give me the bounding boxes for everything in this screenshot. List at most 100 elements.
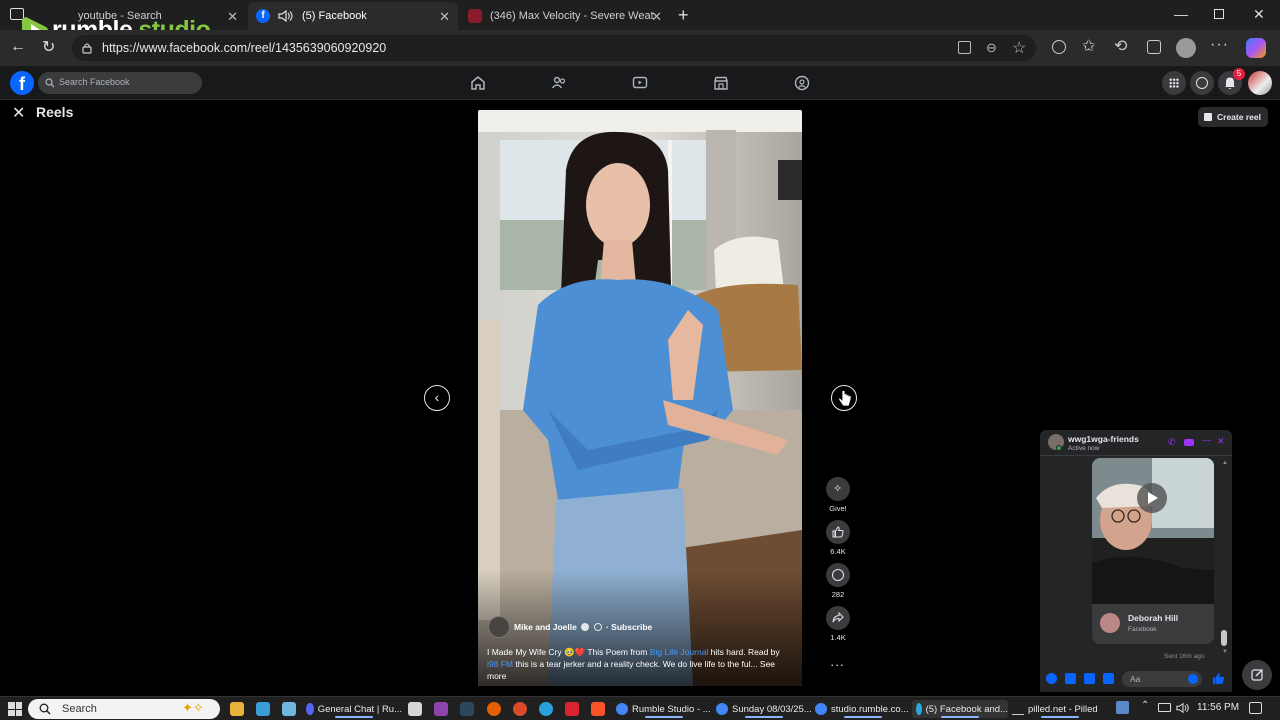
facebook-search-input[interactable]: Search Facebook <box>38 72 202 94</box>
messenger-icon[interactable] <box>1190 71 1214 95</box>
telegram-icon[interactable] <box>539 702 553 716</box>
close-chat-icon[interactable]: ✕ <box>1217 436 1225 447</box>
tab-max-velocity[interactable]: (346) Max Velocity - Severe Weat ✕ <box>460 2 670 30</box>
favorite-star-icon[interactable]: ☆ <box>1012 38 1026 58</box>
close-window-icon[interactable]: ✕ <box>1253 6 1265 23</box>
chat-scrollbar-thumb[interactable] <box>1221 630 1227 646</box>
volume-icon[interactable] <box>1176 702 1190 714</box>
sticker-icon[interactable] <box>1084 673 1095 684</box>
taskbar-item-studio-rumble[interactable]: studio.rumble.co... <box>815 700 911 718</box>
close-tab-icon[interactable]: ✕ <box>439 9 450 25</box>
phone-call-icon[interactable]: ✆ <box>1168 437 1176 448</box>
file-explorer-icon[interactable] <box>230 702 244 716</box>
restore-icon[interactable] <box>1214 9 1224 19</box>
refresh-icon[interactable]: ↻ <box>42 37 55 57</box>
brave-icon[interactable] <box>591 702 605 716</box>
previous-reel-button[interactable]: ‹ <box>424 385 450 411</box>
app-icon[interactable] <box>513 702 527 716</box>
reel-camera-icon <box>1204 113 1212 121</box>
gift-icon: ✧ <box>833 483 843 495</box>
tab-facebook[interactable]: f (5) Facebook ✕ <box>248 2 458 30</box>
shared-video-card[interactable]: Deborah Hill Facebook <box>1092 604 1214 644</box>
messenger-chat-window: wwg1wga-friends Active now ✆ — ✕ Deborah… <box>1040 430 1232 692</box>
subscribe-link[interactable]: · Subscribe <box>606 622 652 632</box>
chat-header[interactable]: wwg1wga-friends Active now ✆ — ✕ <box>1040 430 1232 456</box>
video-call-icon[interactable] <box>1184 439 1194 446</box>
author-name[interactable]: Mike and Joelle <box>514 622 577 632</box>
search-icon <box>39 703 51 715</box>
tray-chevron-up-icon[interactable]: ⌃ <box>1141 700 1149 711</box>
minimize-icon[interactable]: — <box>1174 6 1188 22</box>
friends-icon[interactable] <box>551 75 567 91</box>
taskbar-item-facebook[interactable]: (5) Facebook and... <box>912 700 1008 718</box>
lock-icon[interactable] <box>82 42 92 54</box>
taskbar-search-box[interactable]: Search ✦✧ <box>28 699 220 719</box>
zoom-icon[interactable]: ⊖ <box>986 40 997 56</box>
copilot-icon[interactable] <box>1246 38 1266 58</box>
app-icon[interactable] <box>565 702 579 716</box>
create-reel-button[interactable]: Create reel <box>1198 107 1268 127</box>
steam-icon[interactable] <box>460 702 474 716</box>
more-options-icon[interactable]: ··· <box>830 657 845 672</box>
app-icon[interactable] <box>282 702 296 716</box>
screenshot-icon[interactable] <box>1147 40 1161 54</box>
groups-icon[interactable] <box>794 75 810 91</box>
share-button[interactable] <box>826 606 850 630</box>
app-icon[interactable] <box>256 702 270 716</box>
notification-center-icon[interactable] <box>1249 702 1262 714</box>
message-input[interactable]: Aa <box>1122 671 1202 687</box>
network-icon[interactable] <box>1158 703 1171 712</box>
marketplace-icon[interactable] <box>713 75 729 91</box>
firefox-icon[interactable] <box>487 702 501 716</box>
address-bar[interactable]: https://www.facebook.com/reel/1435639060… <box>72 35 1036 61</box>
new-tab-icon[interactable]: + <box>678 5 689 26</box>
chrome-icon <box>616 703 628 715</box>
facebook-logo-icon[interactable]: f <box>10 71 34 95</box>
comment-button[interactable] <box>826 563 850 587</box>
minimize-chat-icon[interactable]: — <box>1202 435 1211 445</box>
speaker-icon[interactable] <box>278 10 294 22</box>
send-like-icon[interactable] <box>1212 672 1225 685</box>
taskbar-item-general-chat[interactable]: General Chat | Ru... <box>306 700 402 718</box>
back-icon[interactable]: ← <box>10 38 26 56</box>
taskbar-item-sunday[interactable]: Sunday 08/03/25... <box>716 700 812 718</box>
reel-video[interactable]: Mike and Joelle · Subscribe I Made My Wi… <box>478 110 802 686</box>
profile-avatar-icon[interactable] <box>1176 38 1196 58</box>
scroll-up-icon[interactable]: ▲ <box>1222 460 1228 466</box>
play-icon <box>1148 492 1158 504</box>
author-avatar[interactable] <box>488 616 510 638</box>
like-button[interactable] <box>826 520 850 544</box>
search-placeholder: Search Facebook <box>59 77 130 87</box>
start-button[interactable] <box>8 702 22 716</box>
shared-video-thumbnail[interactable] <box>1092 458 1214 604</box>
app-icon[interactable] <box>434 702 448 716</box>
app-available-icon[interactable] <box>958 41 971 54</box>
give-button[interactable]: ✧ <box>826 477 850 501</box>
history-icon[interactable]: ⟲ <box>1114 36 1127 56</box>
scroll-down-icon[interactable]: ▼ <box>1222 649 1228 655</box>
more-menu-icon[interactable]: ··· <box>1210 36 1229 54</box>
caption-link-big-life-journal[interactable]: Big Life Journal <box>650 647 709 657</box>
caption-link-i98fm[interactable]: i98 FM <box>487 659 513 669</box>
play-button[interactable] <box>1137 483 1167 513</box>
menu-grid-icon[interactable] <box>1162 71 1186 95</box>
taskbar-item-rumble-studio[interactable]: Rumble Studio - ... <box>616 700 712 718</box>
taskbar-item-pilled[interactable]: pilled.net - Pilled <box>1012 700 1108 718</box>
youtube-favicon-icon <box>468 9 482 23</box>
tray-app-icon[interactable] <box>1116 701 1129 714</box>
read-aloud-icon[interactable] <box>1052 40 1066 54</box>
plus-icon[interactable] <box>1046 673 1057 684</box>
photo-icon[interactable] <box>1065 673 1076 684</box>
emoji-icon[interactable] <box>1188 674 1198 684</box>
close-reels-icon[interactable]: ✕ <box>12 103 25 123</box>
close-tab-icon[interactable]: ✕ <box>227 9 238 25</box>
app-icon[interactable] <box>408 702 422 716</box>
taskbar-clock[interactable]: 11:56 PM <box>1197 702 1239 713</box>
new-message-button[interactable] <box>1242 660 1272 690</box>
gif-icon[interactable] <box>1103 673 1114 684</box>
favorites-icon[interactable]: ✩ <box>1082 36 1095 56</box>
home-icon[interactable] <box>470 75 486 91</box>
close-tab-icon[interactable]: ✕ <box>651 9 662 25</box>
video-icon[interactable] <box>632 75 648 91</box>
account-avatar[interactable] <box>1248 71 1272 95</box>
